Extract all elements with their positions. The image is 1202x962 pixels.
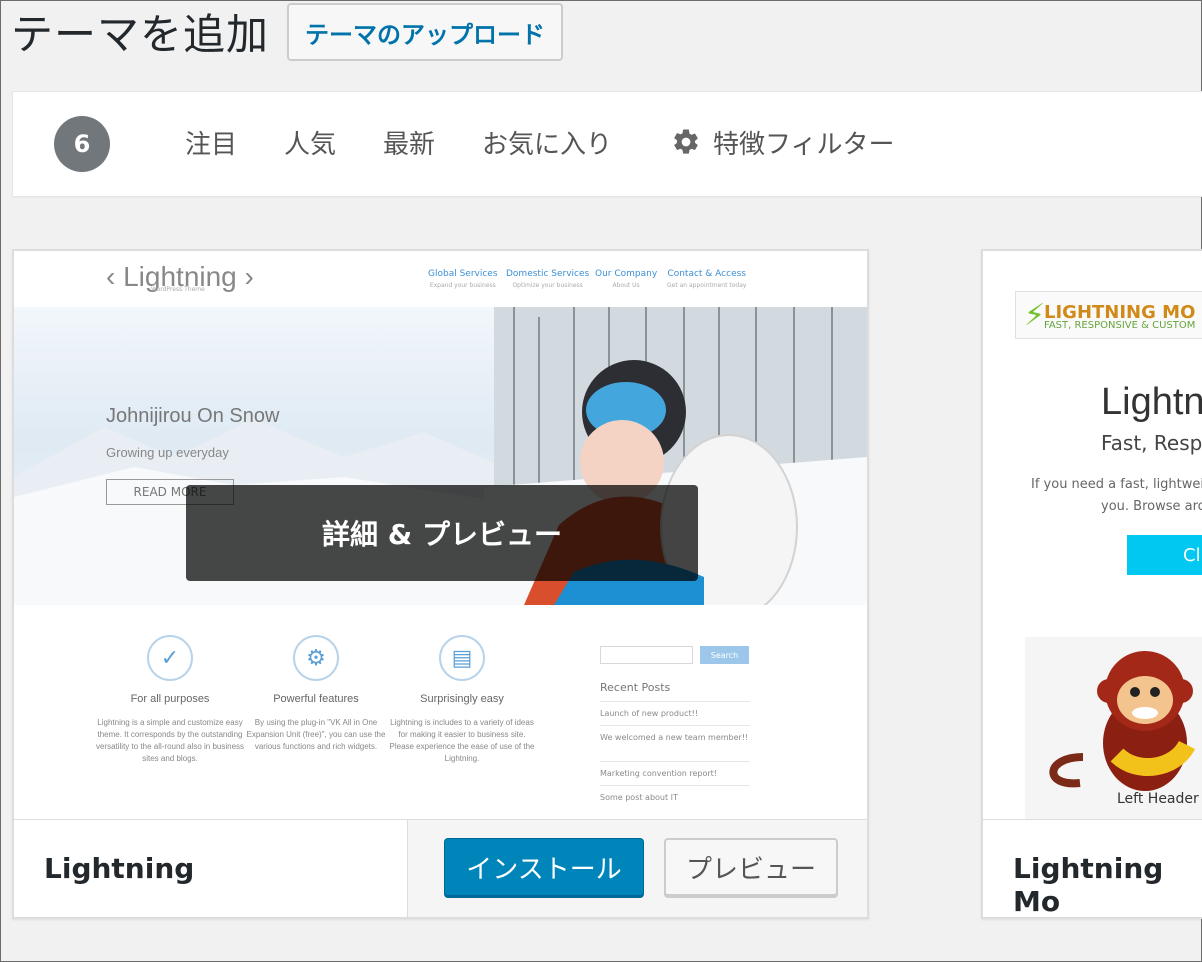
theme-card-footer: Lightning インストール プレビュー (14, 819, 867, 917)
filter-latest-link[interactable]: 最新 (383, 124, 435, 161)
screenshot-search-input (600, 646, 693, 664)
recent-post-item: Marketing convention report! (600, 761, 750, 780)
lightning-logo-subtitle: WordPress Theme (151, 286, 205, 293)
recent-post-item: We welcomed a new team member!! (600, 725, 750, 744)
feature-surprisingly-easy: ▤ Surprisingly easy Lightning is include… (387, 635, 537, 765)
theme-name: Lightning (44, 852, 195, 885)
hero-subtitle: Growing up everyday (106, 445, 229, 460)
check-icon: ✓ (147, 635, 193, 681)
filter-favorites-link[interactable]: お気に入り (482, 124, 612, 161)
monkey-mascot-icon (1049, 651, 1196, 791)
site-nav-contact: Contact & Access Get an appointment today (667, 269, 747, 289)
lightning-mo-subtitle: Fast, Responsive (1101, 431, 1202, 455)
feature-for-all-purposes: ✓ For all purposes Lightning is a simple… (95, 635, 245, 765)
theme-actions: インストール プレビュー (407, 820, 867, 917)
lightning-mo-text: you. Browse around t (1101, 499, 1202, 514)
page-header: テーマを追加 テーマのアップロード (11, 1, 564, 61)
lightning-mo-cta-button: Cli (1127, 535, 1202, 575)
theme-card-lightning[interactable]: ‹ Lightning › WordPress Theme Global Ser… (12, 249, 869, 919)
install-button[interactable]: インストール (444, 838, 644, 896)
details-preview-overlay[interactable]: 詳細 & プレビュー (186, 485, 698, 581)
theme-count-badge: 6 (54, 116, 110, 172)
filter-popular-link[interactable]: 人気 (284, 124, 336, 161)
theme-card-footer: Lightning Mo (983, 819, 1202, 917)
site-nav-global-services: Global Services Expand your business (428, 269, 498, 289)
screenshot-search-button: Search (700, 646, 749, 664)
feature-powerful-features: ⚙ Powerful features By using the plug-in… (241, 635, 391, 753)
lightning-mo-text: If you need a fast, lightweight theme (1031, 477, 1202, 492)
lightning-bolt-icon: ⚡ (1024, 298, 1046, 333)
monkey-panel: Left Header (1025, 637, 1202, 821)
theme-screenshot-lightning-mo[interactable]: ⚡ LIGHTNING MO FAST, RESPONSIVE & CUSTOM… (983, 251, 1202, 821)
page-title: テーマを追加 (11, 9, 270, 59)
feature-filter-link[interactable]: 特徴フィルター (713, 124, 894, 161)
recent-post-item: Launch of new product!! (600, 701, 750, 720)
document-icon: ▤ (439, 635, 485, 681)
filter-featured-link[interactable]: 注目 (185, 124, 237, 161)
preview-button[interactable]: プレビュー (664, 838, 838, 896)
hero-title: Johnijirou On Snow (106, 405, 280, 427)
left-header-text: Left Header (1117, 791, 1199, 807)
theme-screenshot-lightning[interactable]: ‹ Lightning › WordPress Theme Global Ser… (14, 251, 867, 821)
gears-icon: ⚙ (293, 635, 339, 681)
upload-theme-button[interactable]: テーマのアップロード (287, 3, 564, 61)
theme-name: Lightning Mo (1013, 852, 1164, 918)
gear-icon[interactable] (671, 127, 701, 157)
lightning-mo-title: Lightnin (1101, 381, 1202, 423)
lightning-mo-logo: ⚡ LIGHTNING MO FAST, RESPONSIVE & CUSTOM (1015, 291, 1202, 339)
site-nav-our-company: Our Company About Us (595, 269, 658, 289)
recent-post-item: Some post about IT (600, 785, 750, 804)
theme-filter-bar: 6 注目 人気 最新 お気に入り 特徴フィルター (12, 91, 1202, 197)
site-nav-domestic-services: Domestic Services Optimize your business (506, 269, 590, 289)
recent-posts-heading: Recent Posts (600, 681, 671, 694)
theme-card-lightning-mo[interactable]: ⚡ LIGHTNING MO FAST, RESPONSIVE & CUSTOM… (981, 249, 1202, 919)
